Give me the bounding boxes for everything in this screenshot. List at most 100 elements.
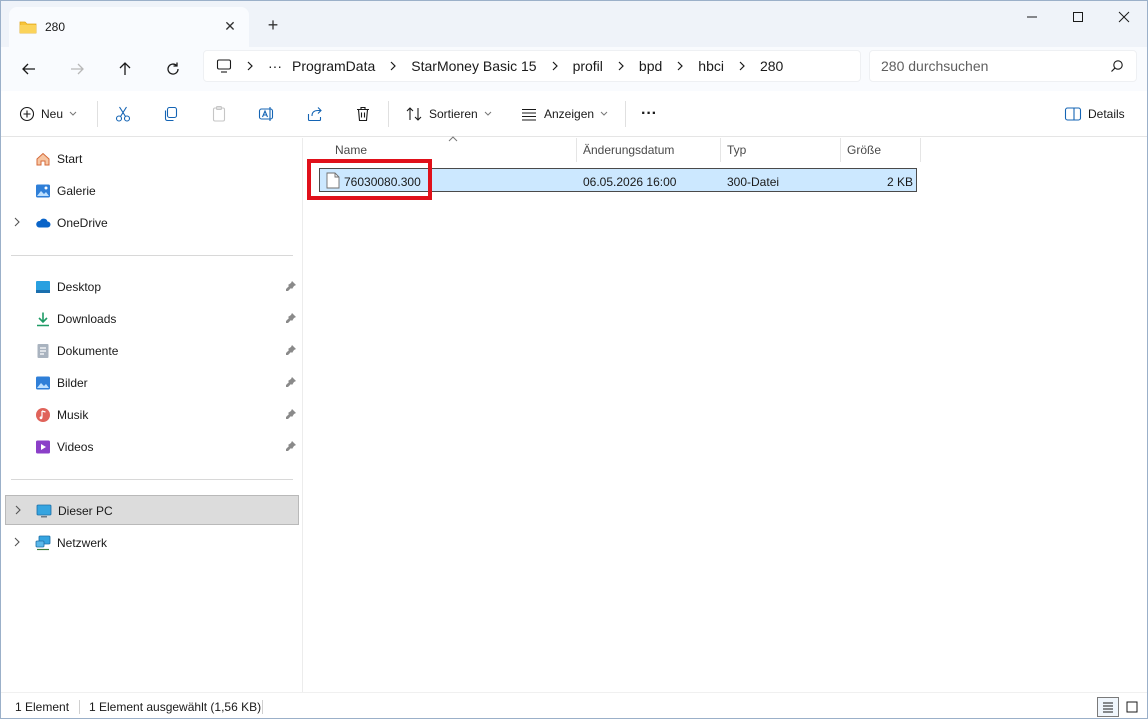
pin-icon[interactable] [285, 376, 297, 388]
status-divider [262, 700, 263, 714]
copy-icon [164, 106, 178, 122]
chevron-right-icon[interactable] [738, 61, 746, 71]
status-selection: 1 Element ausgewählt (1,56 KB) [89, 700, 262, 714]
tab-current-folder[interactable]: 280 ✕ [9, 7, 249, 47]
cloud-icon [36, 218, 51, 228]
sidebar-item-label: OneDrive [57, 216, 108, 230]
delete-button[interactable] [354, 99, 372, 129]
view-list-icon [522, 108, 536, 121]
breadcrumb-bpd[interactable]: bpd [639, 58, 662, 74]
pin-icon[interactable] [285, 280, 297, 292]
chevron-down-icon [484, 111, 492, 116]
sidebar-item-label: Downloads [57, 312, 117, 326]
sidebar-item-musik[interactable]: Musik [5, 400, 299, 430]
sidebar-item-label: Dieser PC [58, 504, 113, 518]
music-icon [36, 408, 50, 422]
tiles-view-button[interactable] [1121, 697, 1143, 717]
breadcrumb-overflow[interactable]: ··· [268, 58, 282, 74]
sidebar-item-dokumente[interactable]: Dokumente [5, 336, 299, 366]
details-view-button[interactable] [1097, 697, 1119, 717]
minimize-button[interactable] [1009, 1, 1055, 33]
pictures-icon [36, 376, 50, 390]
chevron-right-icon[interactable] [13, 537, 21, 547]
search-box[interactable] [869, 50, 1137, 82]
sidebar-item-bilder[interactable]: Bilder [5, 368, 299, 398]
toolbar-divider [97, 101, 98, 127]
search-icon[interactable] [1110, 59, 1124, 76]
desktop-icon [36, 281, 50, 293]
sidebar-item-galerie[interactable]: Galerie [5, 176, 299, 206]
title-bar: 280 ✕ + [1, 1, 1147, 47]
rename-button[interactable] [258, 99, 276, 129]
more-options-button[interactable]: ··· [641, 99, 657, 129]
tab-close-icon[interactable]: ✕ [221, 17, 239, 35]
arrow-right-icon [71, 63, 84, 75]
view-button[interactable]: Anzeigen [520, 99, 608, 129]
network-icon [35, 535, 51, 551]
sidebar-item-onedrive[interactable]: OneDrive [5, 208, 299, 238]
new-button[interactable]: Neu [19, 99, 77, 129]
details-label: Details [1088, 107, 1125, 121]
sidebar-item-downloads[interactable]: Downloads [5, 304, 299, 334]
sidebar-item-netzwerk[interactable]: Netzwerk [5, 528, 299, 558]
sidebar-item-desktop[interactable]: Desktop [5, 272, 299, 302]
trash-icon [357, 106, 369, 122]
sidebar-item-videos[interactable]: Videos [5, 432, 299, 462]
chevron-down-icon [600, 111, 608, 116]
scissors-icon [115, 106, 131, 122]
file-type: 300-Datei [727, 175, 780, 189]
breadcrumb-profil[interactable]: profil [573, 58, 603, 74]
close-window-button[interactable] [1101, 1, 1147, 33]
copy-button[interactable] [162, 99, 180, 129]
details-view-icon [1103, 702, 1113, 713]
new-label: Neu [41, 107, 64, 121]
toolbar-divider [388, 101, 389, 127]
arrow-left-icon [22, 63, 35, 75]
chevron-right-icon[interactable] [617, 61, 625, 71]
paste-button[interactable] [210, 99, 228, 129]
file-size: 2 KB [886, 175, 913, 189]
chevron-right-icon[interactable] [13, 217, 21, 227]
sidebar-item-label: Videos [57, 440, 94, 454]
up-button[interactable] [109, 53, 141, 85]
minimize-icon [1027, 16, 1037, 18]
breadcrumb-programdata[interactable]: ProgramData [292, 58, 375, 74]
annotation-highlight-box [307, 159, 432, 200]
sidebar-item-dieser-pc[interactable]: Dieser PC [5, 495, 299, 525]
breadcrumb-hbci[interactable]: hbci [698, 58, 724, 74]
details-pane-button[interactable]: Details [1064, 99, 1125, 129]
pin-icon[interactable] [285, 344, 297, 356]
breadcrumb-280[interactable]: 280 [760, 58, 783, 74]
new-tab-button[interactable]: + [263, 15, 283, 35]
maximize-button[interactable] [1055, 1, 1101, 33]
column-header-type[interactable]: Typ [721, 138, 841, 162]
share-icon [307, 107, 322, 122]
refresh-button[interactable] [157, 53, 189, 85]
search-input[interactable] [881, 58, 1101, 74]
computer-icon [216, 59, 232, 73]
chevron-right-icon[interactable] [676, 61, 684, 71]
forward-button[interactable] [61, 53, 93, 85]
pin-icon[interactable] [285, 312, 297, 324]
pin-icon[interactable] [285, 408, 297, 420]
breadcrumb-starmoney[interactable]: StarMoney Basic 15 [411, 58, 536, 74]
back-button[interactable] [13, 53, 45, 85]
sidebar-divider [11, 479, 293, 480]
chevron-right-icon[interactable] [551, 61, 559, 71]
pin-icon[interactable] [285, 440, 297, 452]
arrow-up-icon [119, 62, 131, 75]
share-button[interactable] [306, 99, 324, 129]
command-bar: Neu Sortieren Anzeigen ··· Details [1, 91, 1147, 137]
sidebar-item-start[interactable]: Start [5, 144, 299, 174]
column-header-date[interactable]: Änderungsdatum [577, 138, 721, 162]
file-explorer-window: 280 ✕ + ··· ProgramData StarMoney Basic … [0, 0, 1148, 719]
column-header-size[interactable]: Größe [841, 138, 921, 162]
chevron-right-icon[interactable] [389, 61, 397, 71]
cut-button[interactable] [114, 99, 132, 129]
maximize-icon [1073, 12, 1083, 22]
video-icon [36, 440, 50, 454]
address-bar[interactable]: ··· ProgramData StarMoney Basic 15 profi… [203, 50, 861, 82]
sort-button[interactable]: Sortieren [405, 99, 492, 129]
chevron-right-icon[interactable] [14, 505, 22, 515]
details-pane-icon [1064, 107, 1082, 121]
